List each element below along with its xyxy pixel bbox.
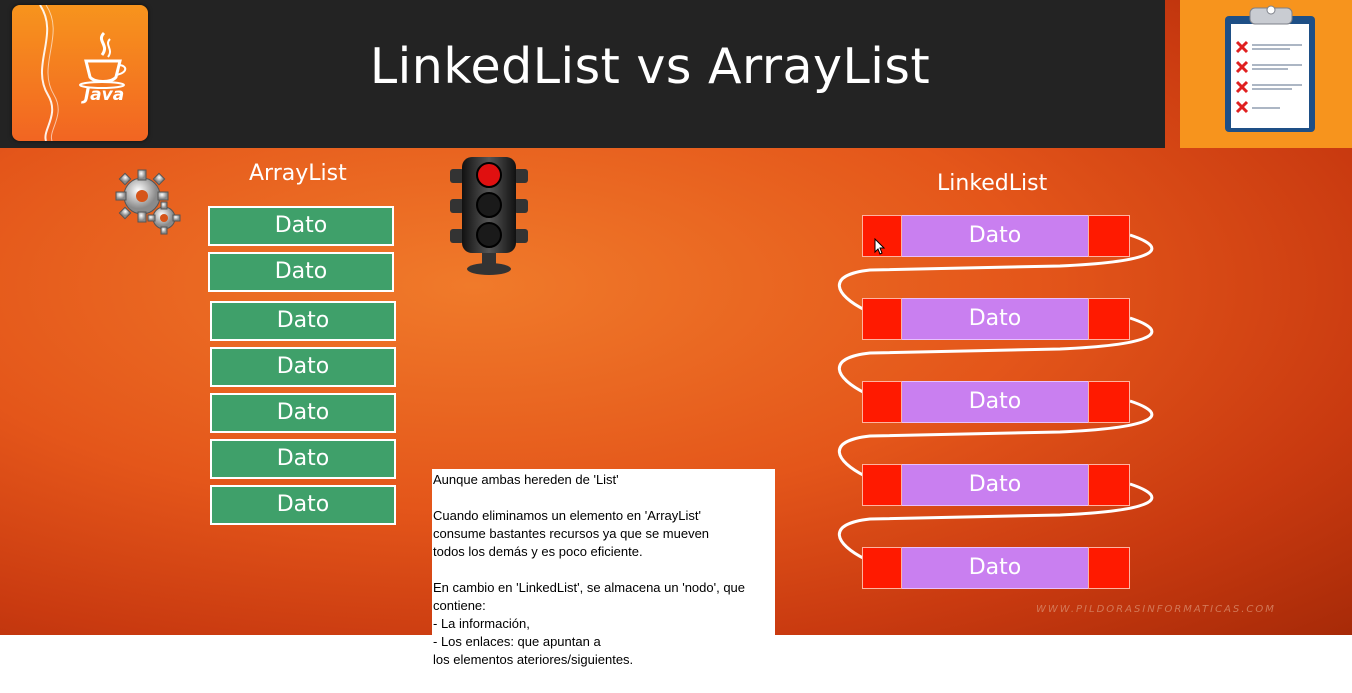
note-line: - Los enlaces: que apuntan a — [433, 634, 601, 649]
java-logo-text: Java — [83, 85, 125, 105]
note-line: los elementos ateriores/siguientes. — [433, 652, 634, 667]
traffic-light-icon — [450, 157, 528, 275]
arraylist-label: ArrayList — [249, 161, 347, 186]
note-line — [433, 561, 778, 579]
note-line: Cuando eliminamos un elemento en 'ArrayL… — [433, 508, 701, 523]
node-prev-pointer — [862, 547, 902, 589]
clipboard-icon — [1225, 5, 1315, 132]
node-prev-pointer — [862, 381, 902, 423]
slide-header: LinkedList vs ArrayList — [0, 0, 1165, 148]
note-line: consume bastantes recursos ya que se mue… — [433, 526, 710, 541]
watermark: WWW.PILDORASINFORMATICAS.COM — [1036, 604, 1276, 615]
node-data: Dato — [902, 464, 1088, 506]
slide-title: LinkedList vs ArrayList — [369, 38, 931, 95]
gear-icon — [115, 169, 181, 235]
linkedlist-node: Dato — [862, 547, 1130, 589]
arraylist-item: Dato — [210, 485, 396, 525]
linkedlist-node: Dato — [862, 298, 1130, 340]
node-next-pointer — [1088, 298, 1130, 340]
clipboard-panel — [1180, 0, 1352, 148]
note-line: En cambio en 'LinkedList', se almacena u… — [433, 580, 746, 595]
annotation-text: Aunque ambas hereden de 'List' Cuando el… — [433, 471, 778, 669]
linkedlist-node: Dato — [862, 215, 1130, 257]
arraylist-item: Dato — [210, 301, 396, 341]
linkedlist-node: Dato — [862, 464, 1130, 506]
node-next-pointer — [1088, 547, 1130, 589]
note-line — [433, 489, 778, 507]
node-next-pointer — [1088, 464, 1130, 506]
arraylist-item: Dato — [210, 393, 396, 433]
node-prev-pointer — [862, 298, 902, 340]
note-line: - La información, — [433, 616, 530, 631]
note-line: todos los demás y es poco eficiente. — [433, 544, 643, 559]
linkedlist-node: Dato — [862, 381, 1130, 423]
node-data: Dato — [902, 381, 1088, 423]
node-data: Dato — [902, 547, 1088, 589]
node-prev-pointer — [862, 464, 902, 506]
arraylist-item: Dato — [210, 439, 396, 479]
java-logo: Java — [12, 5, 148, 141]
linkedlist-label: LinkedList — [937, 171, 1048, 196]
arraylist-item: Dato — [208, 206, 394, 246]
note-line: contiene: — [433, 598, 486, 613]
node-data: Dato — [902, 215, 1088, 257]
node-next-pointer — [1088, 381, 1130, 423]
node-data: Dato — [902, 298, 1088, 340]
arraylist-item: Dato — [208, 252, 394, 292]
note-line: Aunque ambas hereden de 'List' — [433, 472, 619, 487]
node-next-pointer — [1088, 215, 1130, 257]
arraylist-item: Dato — [210, 347, 396, 387]
mouse-cursor-icon — [874, 238, 886, 255]
